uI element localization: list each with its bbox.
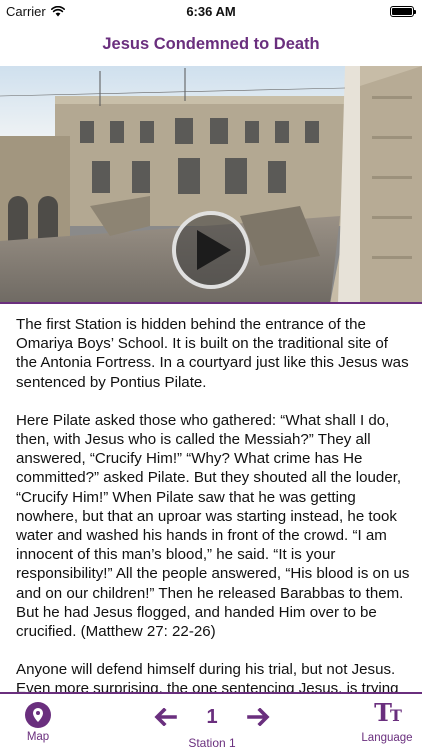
next-station-button[interactable] [244,704,274,730]
battery-fill [392,7,412,15]
video-player[interactable] [0,66,422,304]
battery-icon [390,5,416,17]
station-number: 1 [206,705,218,728]
status-left: Carrier [6,4,65,19]
page-title: Jesus Condemned to Death [102,34,320,53]
text-size-icon: TT [374,698,402,727]
arrow-right-icon [247,708,270,726]
map-pin-icon [25,702,51,728]
map-tab-label: Map [26,731,50,743]
paragraph: The first Station is hidden behind the e… [16,316,409,391]
station-description[interactable]: The first Station is hidden behind the e… [0,304,422,692]
previous-station-button[interactable] [150,704,180,730]
tab-bar: Map 1 Station 1 TT Language [0,692,422,750]
language-tab[interactable]: TT Language [356,700,418,748]
paragraph: Anyone will defend himself during his tr… [16,661,399,692]
wifi-icon [50,5,65,16]
language-tab-label: Language [361,732,413,744]
play-icon [197,230,231,270]
station-label: Station 1 [188,736,236,750]
station-navigator: 1 [150,704,274,730]
play-button[interactable] [172,211,250,289]
arrow-left-icon [154,708,177,726]
carrier-label: Carrier [6,3,46,19]
nav-header: Jesus Condemned to Death [0,22,422,66]
map-tab[interactable]: Map [12,702,64,750]
status-bar: Carrier 6:36 AM [0,0,422,22]
paragraph: Here Pilate asked those who gathered: “W… [16,411,410,641]
